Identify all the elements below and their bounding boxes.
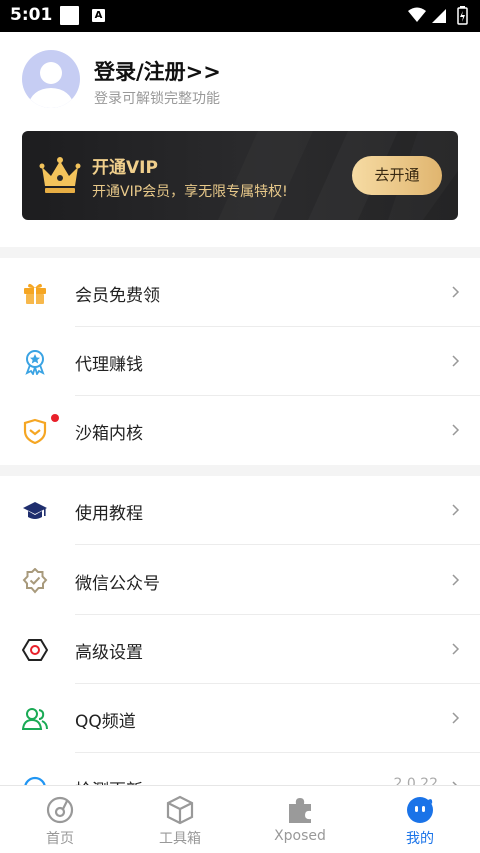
nav-label: Xposed (274, 828, 326, 844)
chevron-right-icon (452, 355, 460, 367)
nav-label: 首页 (46, 831, 74, 847)
status-time: 5:01 (10, 5, 53, 25)
menu-item-agent-earn[interactable]: 代理赚钱 (0, 327, 480, 396)
menu-item-wechat-official[interactable]: 微信公众号 (0, 546, 480, 615)
gift-icon (24, 283, 46, 304)
menu-label: 高级设置 (75, 643, 143, 663)
notification-badge-dot (51, 414, 59, 422)
nav-mine[interactable]: 我的 (360, 786, 480, 853)
menu-label: 使用教程 (75, 504, 143, 524)
graduation-cap-icon (23, 502, 47, 519)
hexagon-settings-icon (22, 639, 48, 661)
vip-title: 开通VIP (92, 158, 158, 178)
avatar[interactable] (22, 50, 80, 108)
chevron-right-icon (452, 286, 460, 298)
verified-badge-icon (22, 568, 48, 594)
bottom-navigation: 首页 工具箱 Xposed 我的 (0, 785, 480, 853)
menu-label: 代理赚钱 (75, 355, 143, 375)
user-avatar-icon (29, 62, 73, 108)
chevron-right-icon (452, 712, 460, 724)
nav-xposed[interactable]: Xposed (240, 786, 360, 853)
menu-item-qq-channel[interactable]: QQ频道 (0, 684, 480, 753)
vip-card[interactable]: 开通VIP 开通VIP会员，享无限专属特权! 去开通 (22, 131, 458, 220)
users-icon (22, 708, 48, 730)
nav-toolbox[interactable]: 工具箱 (120, 786, 240, 853)
menu-label: QQ频道 (75, 712, 136, 732)
nav-label: 工具箱 (159, 831, 201, 847)
section-divider (0, 465, 480, 476)
status-icons (408, 6, 468, 25)
status-bar: 5:01 A (0, 0, 480, 32)
chevron-right-icon (452, 643, 460, 655)
medal-icon (25, 350, 45, 375)
wifi-icon (408, 7, 426, 22)
notification-square-icon (60, 6, 79, 25)
home-disc-icon (46, 796, 74, 824)
menu-label: 沙箱内核 (75, 424, 143, 444)
menu-item-sandbox-kernel[interactable]: 沙箱内核 (0, 396, 480, 465)
login-register-link[interactable]: 登录/注册>> (94, 56, 221, 86)
vip-description: 开通VIP会员，享无限专属特权! (92, 184, 288, 200)
row-separator (75, 544, 480, 545)
battery-icon (457, 6, 468, 25)
puzzle-icon (289, 798, 311, 823)
menu-label: 会员免费领 (75, 286, 160, 306)
chevron-right-icon (452, 574, 460, 586)
open-vip-button[interactable]: 去开通 (352, 156, 442, 195)
menu-label: 微信公众号 (75, 574, 160, 594)
toolbox-cube-icon (166, 795, 194, 825)
signal-icon (432, 9, 446, 23)
notification-a-icon: A (92, 9, 105, 22)
nav-home[interactable]: 首页 (0, 786, 120, 853)
nav-label: 我的 (406, 831, 434, 847)
crown-icon (39, 157, 81, 193)
profile-header[interactable]: 登录/注册>> 登录可解锁完整功能 (0, 32, 480, 130)
shield-icon (23, 418, 47, 444)
chevron-right-icon (452, 504, 460, 516)
login-subtitle: 登录可解锁完整功能 (94, 91, 220, 107)
menu-item-advanced-settings[interactable]: 高级设置 (0, 615, 480, 684)
profile-face-icon (407, 797, 433, 823)
menu-item-free-membership[interactable]: 会员免费领 (0, 258, 480, 327)
menu-item-tutorial[interactable]: 使用教程 (0, 476, 480, 545)
chevron-right-icon (452, 424, 460, 436)
section-divider (0, 247, 480, 258)
